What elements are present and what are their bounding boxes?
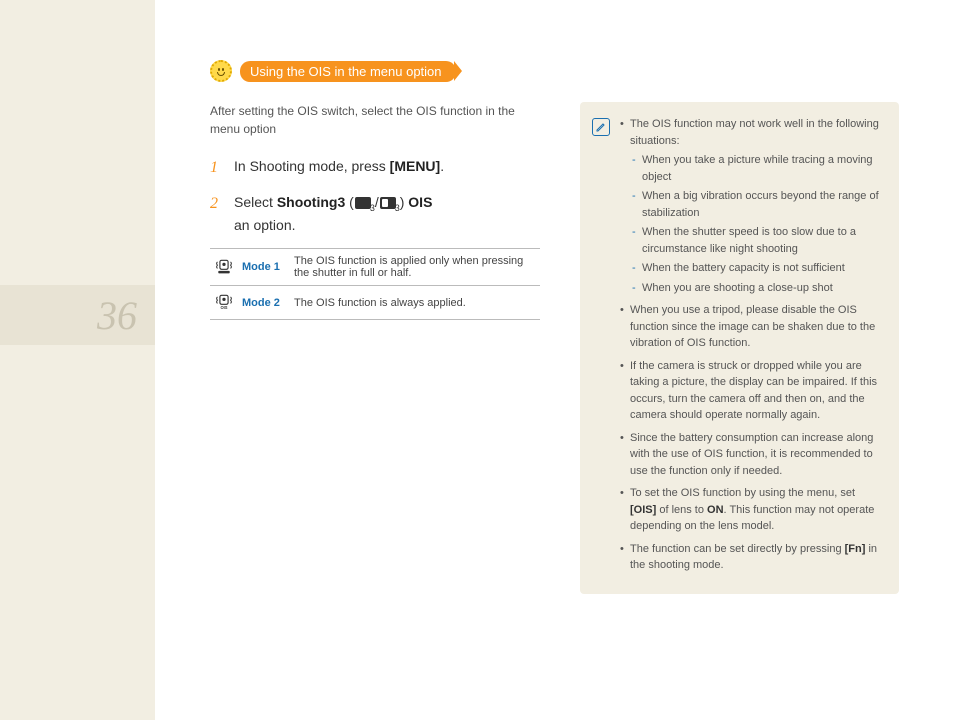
note-sub-0: When you take a picture while tracing a …	[630, 152, 883, 185]
note-sub-list: When you take a picture while tracing a …	[630, 152, 883, 296]
page-number: 36	[97, 292, 137, 339]
mode1-label: Mode 1	[238, 249, 290, 286]
mode2-desc: The OIS function is always applied.	[290, 286, 540, 320]
note-item-3: Since the battery consumption can increa…	[620, 430, 883, 480]
note-sub-3: When the battery capacity is not suffici…	[630, 260, 883, 277]
step2-paren-open: (	[345, 194, 354, 210]
note-item-0: The OIS function may not work well in th…	[620, 116, 883, 296]
note0-text: The OIS function may not work well in th…	[630, 118, 879, 147]
intro-text: After setting the OIS switch, select the…	[210, 102, 540, 138]
step2-ois: OIS	[408, 194, 432, 210]
note-content: The OIS function may not work well in th…	[620, 116, 883, 580]
n4-on: ON	[707, 504, 724, 516]
note-sub-4: When you are shooting a close-up shot	[630, 280, 883, 297]
step1-pre: In Shooting mode, press	[234, 158, 390, 174]
n4-mid: of lens to	[656, 504, 707, 516]
slash: /	[375, 194, 379, 210]
step2-pre: Select	[234, 194, 277, 210]
page-content: Using the OIS in the menu option After s…	[155, 0, 954, 720]
n4-pre: To set the OIS function by using the men…	[630, 487, 855, 499]
video-icon	[380, 197, 396, 209]
mode2-label: Mode 2	[238, 286, 290, 320]
note-item-4: To set the OIS function by using the men…	[620, 485, 883, 535]
note-item-5: The function can be set directly by pres…	[620, 541, 883, 574]
n5-pre: The function can be set directly by pres…	[630, 543, 845, 555]
camera-icon	[355, 197, 371, 209]
n4-ois: [OIS]	[630, 504, 656, 516]
ois-mode1-icon-cell	[210, 249, 238, 286]
page-number-tab: 36	[0, 285, 155, 345]
ois-mode1-icon	[214, 257, 234, 275]
step-1: In Shooting mode, press [MENU].	[210, 156, 540, 180]
note-icon	[592, 118, 610, 136]
step1-post: .	[440, 158, 444, 174]
section-heading-row: Using the OIS in the menu option	[210, 60, 899, 82]
table-row: Mode 1 The OIS function is applied only …	[210, 249, 540, 286]
mode1-desc: The OIS function is applied only when pr…	[290, 249, 540, 286]
right-column: The OIS function may not work well in th…	[580, 102, 899, 594]
ois-mode2-icon: OIS	[214, 292, 234, 310]
step2-line2: an option.	[234, 217, 296, 233]
note-item-1: When you use a tripod, please disable th…	[620, 302, 883, 352]
table-row: OIS Mode 2 The OIS function is always ap…	[210, 286, 540, 320]
step2-paren-close: )	[400, 194, 409, 210]
note-box: The OIS function may not work well in th…	[580, 102, 899, 594]
left-column: After setting the OIS switch, select the…	[210, 102, 540, 594]
step2-shooting3: Shooting3	[277, 194, 345, 210]
smile-icon	[210, 60, 232, 82]
n5-fn: [Fn]	[845, 543, 866, 555]
note-sub-1: When a big vibration occurs beyond the r…	[630, 188, 883, 221]
section-heading: Using the OIS in the menu option	[240, 61, 456, 82]
menu-key-label: [MENU]	[390, 158, 441, 174]
modes-table: Mode 1 The OIS function is applied only …	[210, 248, 540, 320]
note-sub-2: When the shutter speed is too slow due t…	[630, 224, 883, 257]
step-2: Select Shooting3 (3/3) OIS an option.	[210, 192, 540, 236]
note-item-2: If the camera is struck or dropped while…	[620, 358, 883, 424]
svg-text:OIS: OIS	[220, 305, 227, 310]
ois-mode2-icon-cell: OIS	[210, 286, 238, 320]
steps-list: In Shooting mode, press [MENU]. Select S…	[210, 156, 540, 236]
